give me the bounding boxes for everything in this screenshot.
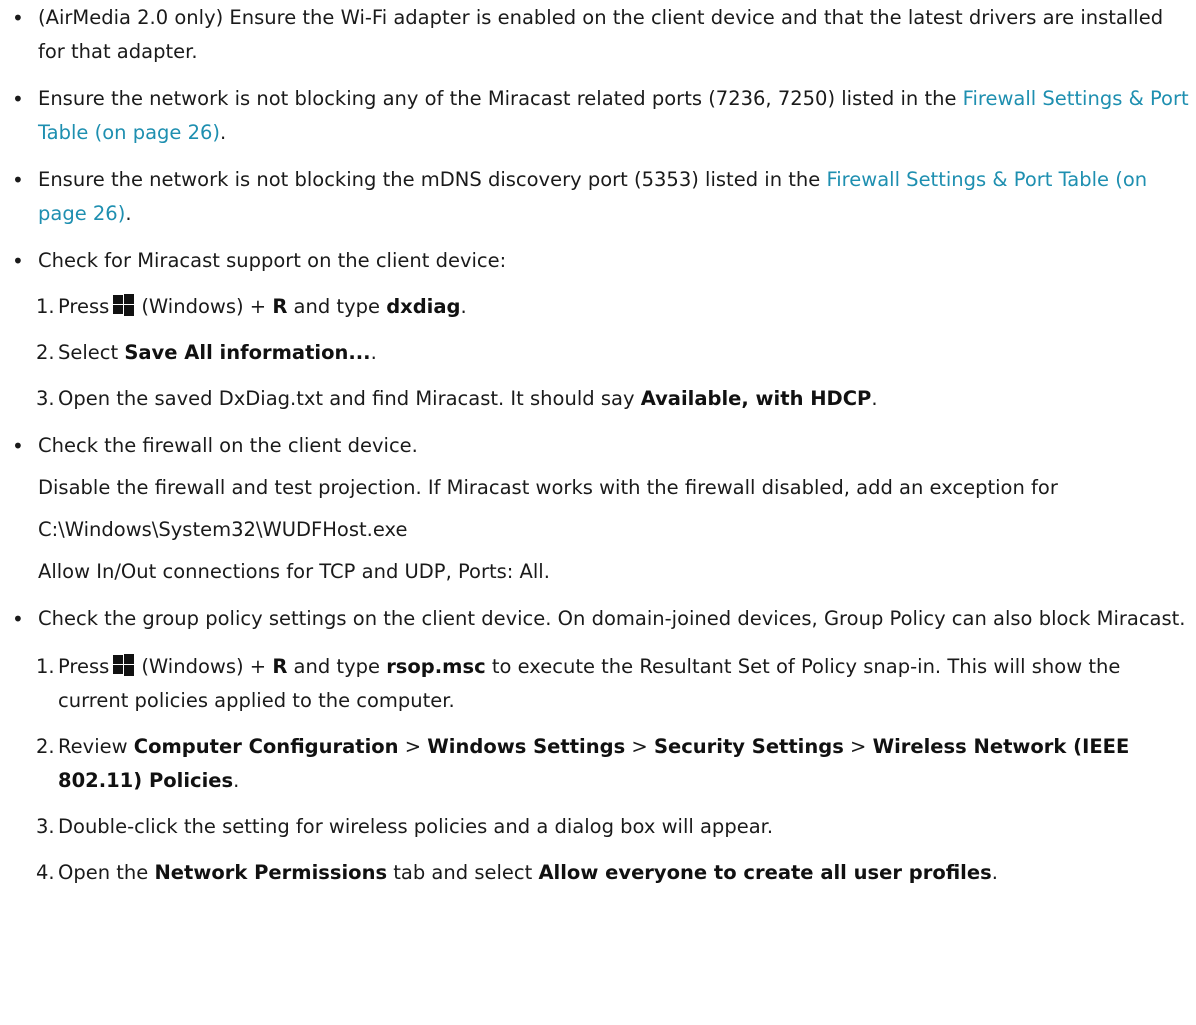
paragraph: Disable the firewall and test projection… [38,476,1058,499]
bullet-icon: • [12,168,24,192]
step-number: 2. [36,735,55,758]
step-item: 4. Open the Network Permissions tab and … [0,856,1190,890]
step-item: 3. Open the saved DxDiag.txt and find Mi… [0,382,1190,416]
miracast-support-steps: 1. Press (Windows) + R and type dxdiag. 2… [0,290,1190,416]
bullet-text: Ensure the network is not blocking the m… [38,168,827,191]
list-item: • (AirMedia 2.0 only) Ensure the Wi-Fi a… [0,1,1196,69]
bullet-text: Check the group policy settings on the c… [38,607,1186,630]
bullet-icon: • [12,6,24,30]
step-number: 4. [36,861,55,884]
step-item: 1. Press (Windows) + R and type rsop.msc … [0,650,1190,718]
bullet-text: Ensure the network is not blocking any o… [38,87,963,110]
step-item: 1. Press (Windows) + R and type dxdiag. [0,290,1190,324]
document-page: • (AirMedia 2.0 only) Ensure the Wi-Fi a… [0,0,1196,890]
bullet-icon: • [12,434,24,458]
windows-logo-icon [113,654,135,676]
step-number: 3. [36,815,55,838]
bullet-text: (AirMedia 2.0 only) Ensure the Wi-Fi ada… [38,6,1164,63]
bullet-text: Check for Miracast support on the client… [38,249,507,272]
list-item: • Check the group policy settings on the… [0,602,1196,890]
step-item: 2. Select Save All information.... [0,336,1190,370]
bullet-icon: • [12,249,24,273]
step-item: 2. Review Computer Configuration > Windo… [0,730,1190,798]
paragraph: Allow In/Out connections for TCP and UDP… [38,560,550,583]
group-policy-steps: 1. Press (Windows) + R and type rsop.msc … [0,650,1190,890]
bullet-text: Check the firewall on the client device. [38,434,418,457]
step-number: 3. [36,387,55,410]
bullet-icon: • [12,87,24,111]
troubleshooting-list: • (AirMedia 2.0 only) Ensure the Wi-Fi a… [0,1,1196,890]
step-number: 1. [36,655,55,678]
list-item: • Ensure the network is not blocking any… [0,82,1196,150]
list-item: • Check the firewall on the client devic… [0,429,1196,589]
list-item: • Ensure the network is not blocking the… [0,163,1196,231]
step-item: 3. Double-click the setting for wireless… [0,810,1190,844]
list-item: • Check for Miracast support on the clie… [0,244,1196,416]
step-number: 2. [36,341,55,364]
bullet-icon: • [12,607,24,631]
step-number: 1. [36,295,55,318]
file-path: C:\Windows\System32\WUDFHost.exe [38,518,408,541]
windows-logo-icon [113,294,135,316]
